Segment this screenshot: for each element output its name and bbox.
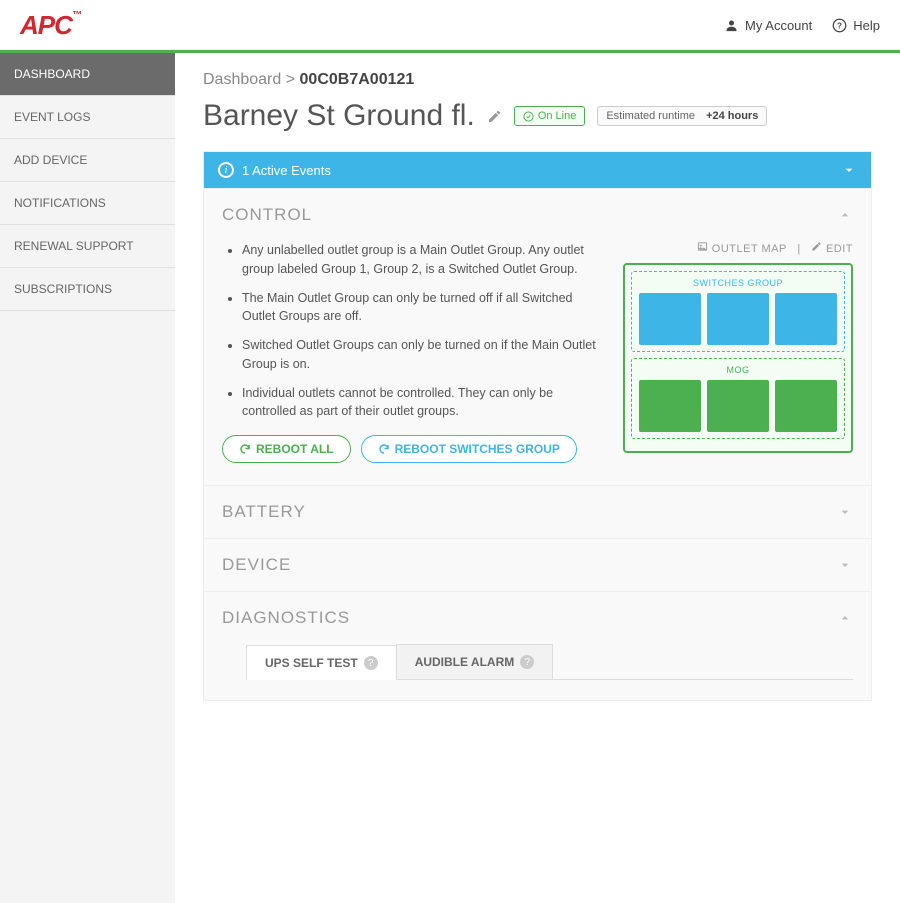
sidebar-item-notifications[interactable]: NOTIFICATIONS <box>0 182 175 225</box>
section-battery-title: BATTERY <box>222 502 306 522</box>
pencil-icon <box>811 241 822 252</box>
title-row: Barney St Ground fl. On Line Estimated r… <box>203 99 872 133</box>
brand-logo: APC™ <box>20 10 81 41</box>
edit-title-icon[interactable] <box>487 109 502 124</box>
active-events-text: 1 Active Events <box>242 163 331 178</box>
top-bar: APC™ My Account ? Help <box>0 0 900 50</box>
breadcrumb-serial: 00C0B7A00121 <box>300 71 415 88</box>
help-icon[interactable]: ? <box>520 655 534 669</box>
outlet-map-panel: OUTLET MAP | EDIT SWITCHES GROUP <box>623 241 853 463</box>
chevron-up-icon <box>837 207 853 223</box>
content-panel: i 1 Active Events CONTROL Any unlabelled… <box>203 151 872 701</box>
my-account-label: My Account <box>745 18 812 33</box>
tab-label: AUDIBLE ALARM <box>415 655 515 669</box>
section-control-header[interactable]: CONTROL <box>204 188 871 241</box>
section-control-title: CONTROL <box>222 205 312 225</box>
sidebar-item-renewal-support[interactable]: RENEWAL SUPPORT <box>0 225 175 268</box>
runtime-label: Estimated runtime <box>606 110 695 122</box>
svg-text:?: ? <box>837 22 842 31</box>
reboot-all-button[interactable]: REBOOT ALL <box>222 435 351 463</box>
control-body: Any unlabelled outlet group is a Main Ou… <box>204 241 871 485</box>
sidebar-item-add-device[interactable]: ADD DEVICE <box>0 139 175 182</box>
chevron-down-icon <box>837 557 853 573</box>
reboot-switches-button[interactable]: REBOOT SWITCHES GROUP <box>361 435 577 463</box>
section-diagnostics-title: DIAGNOSTICS <box>222 608 350 628</box>
breadcrumb: Dashboard > 00C0B7A00121 <box>203 71 872 89</box>
outlet[interactable] <box>775 380 837 432</box>
active-events-bar[interactable]: i 1 Active Events <box>204 152 871 188</box>
info-icon: i <box>218 162 234 178</box>
mog-group-label: MOG <box>638 365 838 375</box>
chevron-down-icon <box>841 162 857 178</box>
sidebar-item-subscriptions[interactable]: SUBSCRIPTIONS <box>0 268 175 311</box>
status-text: On Line <box>538 110 577 122</box>
reboot-switches-label: REBOOT SWITCHES GROUP <box>395 442 560 456</box>
control-note: Any unlabelled outlet group is a Main Ou… <box>242 241 605 279</box>
help-icon[interactable]: ? <box>364 656 378 670</box>
page-title: Barney St Ground fl. <box>203 99 475 133</box>
refresh-icon <box>378 443 390 455</box>
help-icon: ? <box>832 18 847 33</box>
sidebar-item-dashboard[interactable]: DASHBOARD <box>0 53 175 96</box>
runtime-badge: Estimated runtime +24 hours <box>597 106 767 126</box>
edit-outlets-link[interactable]: EDIT <box>811 243 853 255</box>
outlet[interactable] <box>639 380 701 432</box>
section-device-header[interactable]: DEVICE <box>204 538 871 591</box>
control-note: The Main Outlet Group can only be turned… <box>242 289 605 327</box>
help-link[interactable]: ? Help <box>832 18 880 33</box>
switches-group-box[interactable]: SWITCHES GROUP <box>631 271 845 352</box>
breadcrumb-sep: > <box>286 71 295 88</box>
outlet[interactable] <box>639 293 701 345</box>
control-note: Individual outlets cannot be controlled.… <box>242 384 605 422</box>
mog-group-box[interactable]: MOG <box>631 358 845 439</box>
sidebar-item-event-logs[interactable]: EVENT LOGS <box>0 96 175 139</box>
refresh-icon <box>239 443 251 455</box>
outlet-map-box: SWITCHES GROUP MOG <box>623 263 853 453</box>
outlet-map-links: OUTLET MAP | EDIT <box>623 241 853 255</box>
section-device-title: DEVICE <box>222 555 291 575</box>
section-battery-header[interactable]: BATTERY <box>204 485 871 538</box>
runtime-value: +24 hours <box>706 110 758 122</box>
outlet-map-link[interactable]: OUTLET MAP <box>697 243 790 255</box>
outlet[interactable] <box>775 293 837 345</box>
sidebar-nav: DASHBOARD EVENT LOGS ADD DEVICE NOTIFICA… <box>0 53 175 903</box>
status-badge: On Line <box>514 106 586 126</box>
help-label: Help <box>853 18 880 33</box>
diagnostics-body: UPS SELF TEST ? AUDIBLE ALARM ? <box>204 644 871 700</box>
outlet[interactable] <box>707 293 769 345</box>
check-circle-icon <box>523 111 534 122</box>
link-sep: | <box>797 243 800 255</box>
diagnostics-tabs: UPS SELF TEST ? AUDIBLE ALARM ? <box>246 644 853 680</box>
chevron-up-icon <box>837 610 853 626</box>
tab-ups-self-test[interactable]: UPS SELF TEST ? <box>246 645 397 680</box>
control-note: Switched Outlet Groups can only be turne… <box>242 336 605 374</box>
tab-label: UPS SELF TEST <box>265 656 358 670</box>
top-links: My Account ? Help <box>724 18 880 33</box>
tab-audible-alarm[interactable]: AUDIBLE ALARM ? <box>396 644 554 679</box>
switches-group-label: SWITCHES GROUP <box>638 278 838 288</box>
control-notes: Any unlabelled outlet group is a Main Ou… <box>222 241 605 421</box>
picture-icon <box>697 241 708 252</box>
chevron-down-icon <box>837 504 853 520</box>
main-content: Dashboard > 00C0B7A00121 Barney St Groun… <box>175 53 900 903</box>
breadcrumb-root[interactable]: Dashboard <box>203 71 281 88</box>
my-account-link[interactable]: My Account <box>724 18 812 33</box>
reboot-all-label: REBOOT ALL <box>256 442 334 456</box>
person-icon <box>724 18 739 33</box>
outlet[interactable] <box>707 380 769 432</box>
section-diagnostics-header[interactable]: DIAGNOSTICS <box>204 591 871 644</box>
